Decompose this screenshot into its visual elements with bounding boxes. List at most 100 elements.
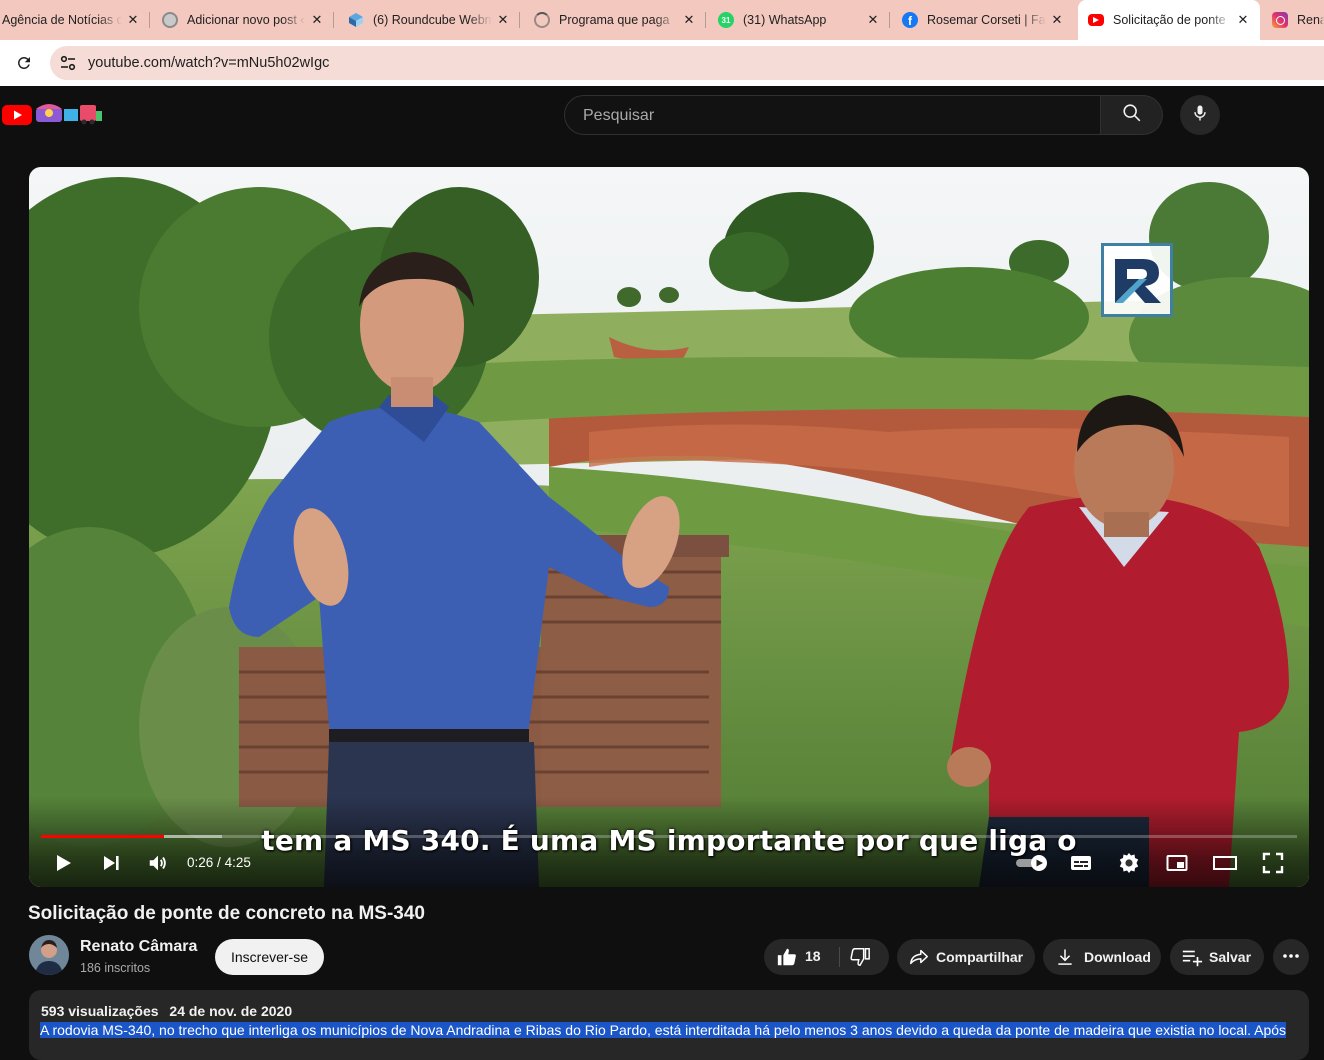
gear-icon	[1117, 851, 1141, 880]
more-horizontal-icon	[1281, 946, 1301, 969]
browser-tab-active[interactable]: Solicitação de ponte ✕	[1078, 0, 1260, 40]
tab-title: Adicionar novo post ‹	[187, 13, 305, 27]
tab-close-icon[interactable]: ✕	[492, 12, 514, 28]
thumbs-down-icon	[849, 946, 871, 971]
tab-close-icon[interactable]: ✕	[678, 12, 700, 28]
address-bar[interactable]: youtube.com/watch?v=mNu5h02wIgc	[50, 46, 1324, 80]
browser-tab[interactable]: f Rosemar Corseti | Fac ✕	[892, 0, 1074, 40]
subscriber-count: 186 inscritos	[80, 961, 151, 975]
share-label: Compartilhar	[936, 949, 1024, 965]
description-selected-text: A rodovia MS-340, no trecho que interlig…	[40, 1022, 1287, 1038]
url-text[interactable]: youtube.com/watch?v=mNu5h02wIgc	[88, 55, 329, 71]
playlist-add-icon	[1181, 946, 1203, 968]
search-input[interactable]	[581, 104, 1085, 128]
theater-mode-button[interactable]	[1207, 847, 1243, 883]
autoplay-toggle[interactable]	[1010, 847, 1054, 883]
browser-tab[interactable]: 31 (31) WhatsApp ✕	[708, 0, 890, 40]
subtitle-text: tem a MS 340. É uma MS importante por qu…	[261, 823, 1077, 857]
download-icon	[1055, 947, 1075, 967]
search-button[interactable]	[1101, 95, 1163, 135]
volume-icon	[147, 852, 169, 879]
download-button[interactable]: Download	[1043, 939, 1161, 975]
youtube-logo-icon[interactable]	[2, 105, 32, 130]
tab-title: Programa que paga	[559, 13, 670, 27]
like-button[interactable]	[776, 946, 798, 971]
subscribe-button[interactable]: Inscrever-se	[215, 939, 324, 975]
tab-close-icon[interactable]: ✕	[1232, 12, 1254, 28]
reload-icon[interactable]	[12, 51, 36, 75]
tab-title: (31) WhatsApp	[743, 13, 827, 27]
roundcube-icon	[348, 12, 364, 28]
browser-tab[interactable]: Renat	[1262, 0, 1324, 40]
browser-tab-strip: Agência de Notícias d ✕ Adicionar novo p…	[0, 0, 1324, 40]
whatsapp-badge: 31	[721, 15, 731, 25]
channel-watermark-logo[interactable]	[1101, 243, 1173, 317]
upload-date: 24 de nov. de 2020	[169, 1003, 293, 1019]
facebook-icon: f	[902, 12, 918, 28]
share-button[interactable]: Compartilhar	[897, 939, 1035, 975]
site-settings-icon[interactable]	[58, 53, 78, 73]
like-count[interactable]: 18	[805, 948, 821, 964]
description-text: A rodovia MS-340, no trecho que interlig…	[40, 1022, 1287, 1038]
description-box[interactable]: 593 visualizações 24 de nov. de 2020 A r…	[29, 990, 1309, 1060]
channel-name[interactable]: Renato Câmara	[80, 938, 197, 956]
voice-search-button[interactable]	[1180, 95, 1220, 135]
tab-close-icon[interactable]: ✕	[306, 12, 328, 28]
play-icon	[52, 852, 74, 879]
microphone-icon	[1190, 103, 1210, 128]
miniplayer-button[interactable]	[1159, 847, 1195, 883]
like-divider	[839, 947, 840, 967]
autoplay-toggle-icon	[1014, 854, 1050, 877]
dislike-button[interactable]	[849, 946, 871, 971]
watermark-r-icon	[1115, 259, 1161, 303]
share-icon	[908, 946, 930, 968]
progress-played	[41, 835, 165, 838]
subtitles-button[interactable]	[1063, 847, 1099, 883]
tab-title: Renat	[1297, 13, 1324, 27]
wordpress-icon	[162, 12, 178, 28]
next-button[interactable]	[93, 847, 129, 883]
thumbs-up-icon	[776, 946, 798, 971]
skip-next-icon	[100, 852, 122, 879]
video-player[interactable]: tem a MS 340. É uma MS importante por qu…	[29, 167, 1309, 887]
browser-tab[interactable]: (6) Roundcube Webm ✕	[338, 0, 520, 40]
video-title: Solicitação de ponte de concreto na MS-3…	[28, 903, 425, 924]
time-current: 0:26	[187, 855, 214, 870]
view-count: 593 visualizações	[41, 1003, 159, 1019]
tab-close-icon[interactable]: ✕	[862, 12, 884, 28]
mute-button[interactable]	[140, 847, 176, 883]
browser-tab[interactable]: Programa que paga ✕	[524, 0, 706, 40]
time-separator: /	[217, 855, 221, 870]
whatsapp-icon: 31	[718, 12, 734, 28]
tab-title: Agência de Notícias d	[2, 13, 122, 27]
more-actions-button[interactable]	[1273, 939, 1309, 975]
instagram-icon	[1272, 12, 1288, 28]
video-meta: 593 visualizações 24 de nov. de 2020	[41, 1003, 299, 1019]
search-box	[564, 95, 1101, 135]
theater-mode-icon	[1212, 851, 1238, 880]
browser-toolbar: youtube.com/watch?v=mNu5h02wIgc	[0, 40, 1324, 86]
browser-tab[interactable]: Adicionar novo post ‹ ✕	[152, 0, 334, 40]
youtube-doodle-icon[interactable]	[34, 99, 104, 130]
tab-title: (6) Roundcube Webm	[373, 13, 492, 27]
fullscreen-button[interactable]	[1255, 847, 1291, 883]
like-dislike-group: 18	[764, 939, 889, 975]
tab-close-icon[interactable]: ✕	[122, 12, 144, 28]
play-button[interactable]	[45, 847, 81, 883]
search-icon	[1121, 102, 1143, 129]
loading-icon	[534, 12, 550, 28]
tab-close-icon[interactable]: ✕	[1046, 12, 1068, 28]
channel-avatar[interactable]	[29, 935, 69, 975]
time-display: 0:26 / 4:25	[187, 855, 251, 870]
youtube-icon	[1088, 14, 1104, 26]
tab-title: Rosemar Corseti | Fac	[927, 13, 1046, 27]
tab-title: Solicitação de ponte	[1113, 13, 1226, 27]
progress-bar[interactable]	[41, 835, 1297, 838]
download-label: Download	[1084, 949, 1151, 965]
settings-button[interactable]	[1111, 847, 1147, 883]
youtube-header	[0, 86, 1324, 146]
browser-tab[interactable]: Agência de Notícias d ✕	[0, 0, 150, 40]
subtitles-icon	[1069, 851, 1093, 880]
save-button[interactable]: Salvar	[1170, 939, 1264, 975]
miniplayer-icon	[1165, 851, 1189, 880]
